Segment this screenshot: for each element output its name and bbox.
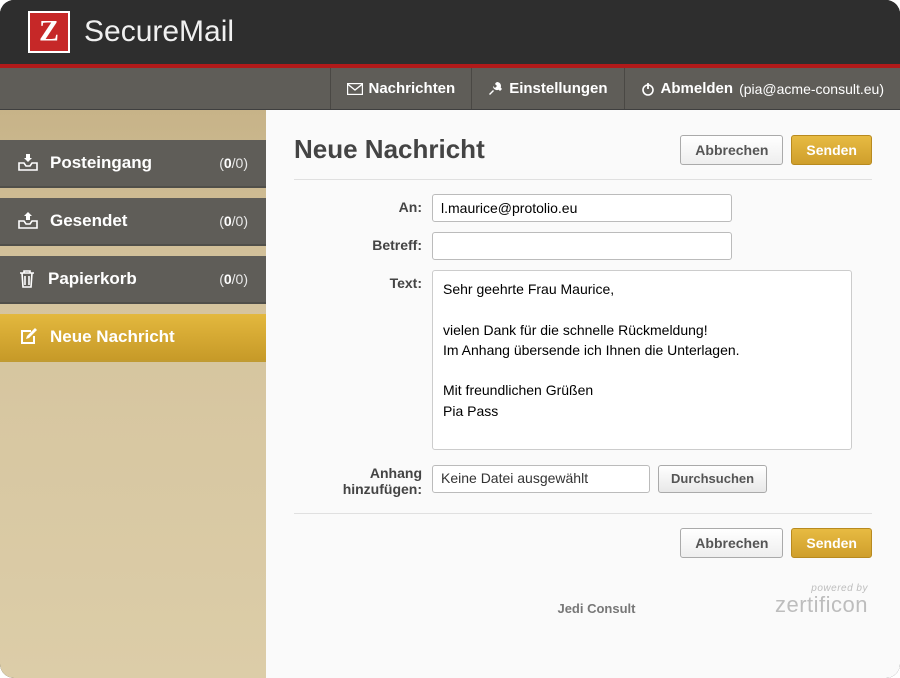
app-window: SecureMail Nachrichten Einstellungen Abm… (0, 0, 900, 678)
subject-input[interactable] (432, 232, 732, 260)
to-label: An: (294, 194, 432, 222)
nav-user-email: (pia@acme-consult.eu) (739, 81, 884, 97)
sidebar-trash-label: Papierkorb (48, 269, 207, 289)
powered-by: powered by zertificon (775, 584, 868, 616)
inbox-icon (18, 154, 38, 172)
sidebar-sent-count: (0/0) (219, 213, 248, 229)
app-title: SecureMail (84, 15, 234, 49)
cancel-button-bottom[interactable]: Abbrechen (680, 528, 783, 558)
nav-logout-label: Abmelden (661, 80, 734, 97)
sidebar-sent-label: Gesendet (50, 211, 207, 231)
browse-button[interactable]: Durchsuchen (658, 465, 767, 493)
to-input[interactable] (432, 194, 732, 222)
row-to: An: (294, 194, 872, 222)
titlebar: SecureMail (0, 0, 900, 68)
header-buttons: Abbrechen Senden (680, 135, 872, 165)
body-textarea[interactable] (432, 270, 852, 450)
app-logo-icon (28, 11, 70, 53)
compose-icon (18, 327, 38, 347)
subject-label: Betreff: (294, 232, 432, 260)
main-content: Neue Nachricht Abbrechen Senden An: Betr… (266, 110, 900, 678)
attach-label: Anhang hinzufügen: (294, 460, 432, 497)
nav-messages-label: Nachrichten (369, 80, 456, 97)
footer-buttons: Abbrechen Senden (294, 528, 872, 558)
cancel-button-top[interactable]: Abbrechen (680, 135, 783, 165)
sidebar-item-trash[interactable]: Papierkorb (0/0) (0, 256, 266, 304)
footer: Jedi Consult powered by zertificon (294, 584, 872, 620)
sidebar-item-compose[interactable]: Neue Nachricht (0, 314, 266, 362)
wrench-icon (488, 81, 503, 96)
page-header: Neue Nachricht Abbrechen Senden (294, 134, 872, 180)
nav-messages[interactable]: Nachrichten (330, 68, 472, 109)
send-button-top[interactable]: Senden (791, 135, 872, 165)
envelope-icon (347, 83, 363, 95)
powered-by-brand: zertificon (775, 594, 868, 616)
sidebar-item-inbox[interactable]: Posteingang (0/0) (0, 140, 266, 188)
sidebar-inbox-label: Posteingang (50, 153, 207, 173)
row-subject: Betreff: (294, 232, 872, 260)
footer-company: Jedi Consult (418, 601, 775, 616)
sidebar-inbox-count: (0/0) (219, 155, 248, 171)
trash-icon (18, 269, 36, 289)
row-body: Text: (294, 270, 872, 450)
sent-icon (18, 212, 38, 230)
power-icon (641, 82, 655, 96)
sidebar-trash-count: (0/0) (219, 271, 248, 287)
sidebar: Posteingang (0/0) Gesendet (0/0) Papierk… (0, 110, 266, 678)
top-nav: Nachrichten Einstellungen Abmelden (pia@… (0, 68, 900, 110)
nav-settings-label: Einstellungen (509, 80, 607, 97)
row-attachment: Anhang hinzufügen: Keine Datei ausgewähl… (294, 460, 872, 497)
divider (294, 513, 872, 514)
attach-file-display: Keine Datei ausgewählt (432, 465, 650, 493)
sidebar-item-sent[interactable]: Gesendet (0/0) (0, 198, 266, 246)
nav-logout[interactable]: Abmelden (pia@acme-consult.eu) (624, 68, 900, 109)
sidebar-compose-label: Neue Nachricht (50, 327, 248, 347)
page-title: Neue Nachricht (294, 134, 485, 165)
body-label: Text: (294, 270, 432, 450)
nav-settings[interactable]: Einstellungen (471, 68, 623, 109)
send-button-bottom[interactable]: Senden (791, 528, 872, 558)
body: Posteingang (0/0) Gesendet (0/0) Papierk… (0, 110, 900, 678)
